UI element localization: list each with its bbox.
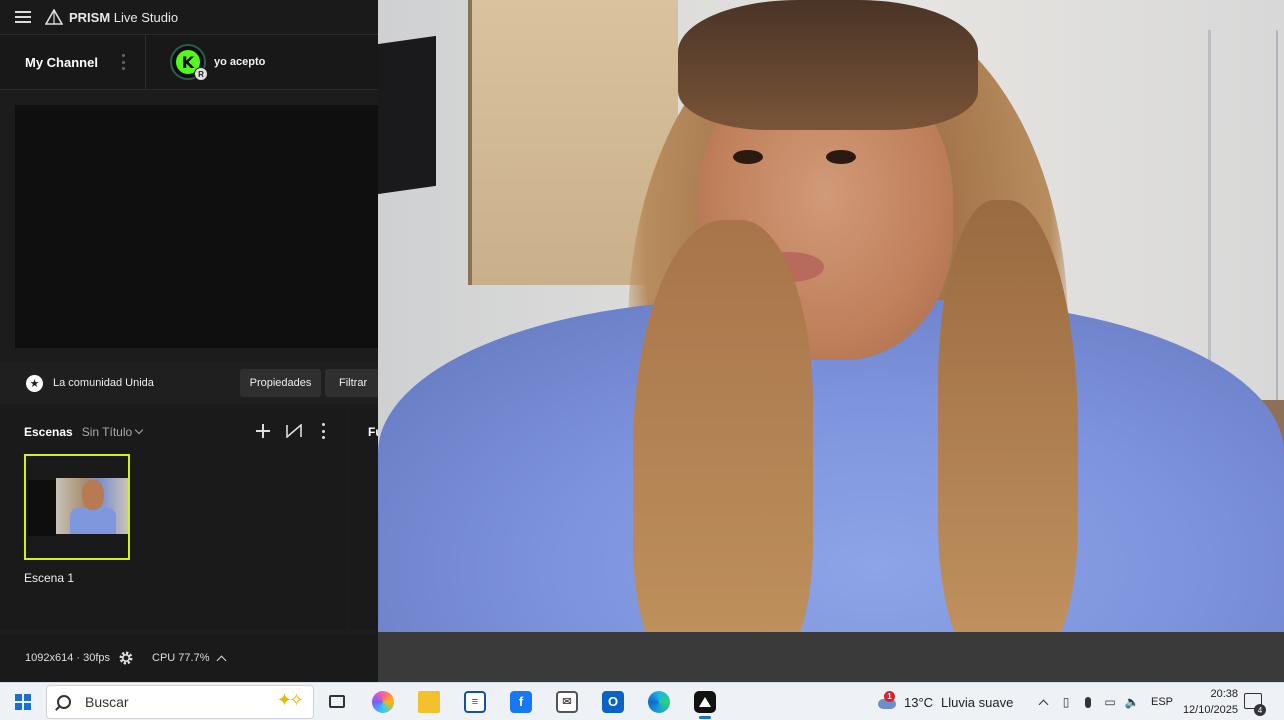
sources-panel-partial: Fu: [349, 408, 383, 630]
notification-count-badge: 4: [1254, 704, 1266, 716]
search-icon: [57, 694, 71, 709]
gear-icon[interactable]: [118, 650, 134, 666]
edge-icon: [648, 690, 670, 713]
scenes-panel: Escenas Sin Título Escena 1: [0, 408, 346, 630]
my-channel-label[interactable]: My Channel: [25, 55, 111, 70]
chevron-up-icon[interactable]: [216, 655, 226, 665]
filter-button[interactable]: Filtrar: [325, 369, 378, 397]
channel-more-icon[interactable]: [121, 54, 125, 70]
source-bar: ★ La comunidad Unida Propiedades Filtrar: [0, 362, 378, 404]
add-scene-icon[interactable]: [255, 423, 271, 439]
search-placeholder: Buscar: [85, 693, 129, 710]
system-tray: ▯ ▭ 🔈 ESP: [1030, 683, 1173, 720]
windows-taskbar: Buscar ✦✧ ≡ f ✉ O 1 13°C Lluvia suave ▯ …: [0, 682, 1284, 720]
task-view-button[interactable]: [314, 683, 360, 720]
file-explorer-button[interactable]: [406, 683, 452, 720]
properties-button[interactable]: Propiedades: [240, 369, 321, 397]
weather-alert-badge: 1: [884, 691, 895, 702]
thumbnail-preview-dark: [28, 480, 56, 536]
app-title: PRISM Live Studio: [69, 9, 179, 25]
star-icon: ★: [26, 374, 43, 392]
title-bar: PRISM Live Studio: [0, 0, 378, 34]
battery-icon[interactable]: ▭: [1103, 695, 1117, 709]
weather-widget[interactable]: 1 13°C Lluvia suave: [876, 683, 1013, 720]
prism-app-icon: [694, 690, 716, 713]
chevron-down-icon[interactable]: [134, 425, 144, 435]
outlook-icon: O: [602, 690, 624, 713]
facebook-icon: f: [510, 690, 532, 713]
camera-feed: [378, 0, 1284, 682]
prism-logo-icon: [45, 9, 63, 25]
device-icon[interactable]: ▯: [1059, 695, 1073, 709]
prism-app-window: PRISM Live Studio My Channel K R yo acep…: [0, 0, 383, 682]
scenes-title: Escenas: [24, 425, 73, 439]
rain-cloud-icon: 1: [876, 691, 898, 713]
folder-icon: [418, 690, 440, 713]
prism-taskbar-button[interactable]: [682, 683, 728, 720]
show-hidden-icons-chevron-icon[interactable]: [1038, 699, 1049, 709]
stream-preview[interactable]: [15, 105, 378, 348]
start-button[interactable]: [0, 683, 46, 720]
camera-person-eye: [826, 150, 856, 164]
task-view-icon: [329, 695, 345, 708]
camera-background-cables: [1208, 30, 1278, 410]
camera-person-eye: [733, 150, 763, 164]
clock[interactable]: 20:38 12/10/2025: [1170, 686, 1238, 718]
source-name: La comunidad Unida: [53, 377, 154, 389]
copilot-icon: [372, 690, 394, 713]
volume-icon[interactable]: 🔈: [1125, 695, 1140, 709]
camera-person-hair-right: [938, 200, 1078, 660]
thumbnail-figure: [70, 508, 116, 534]
weather-condition: Lluvia suave: [941, 694, 1014, 710]
mail-icon: ✉: [556, 690, 578, 713]
avatar[interactable]: K R: [170, 44, 208, 81]
clock-date: 12/10/2025: [1182, 704, 1238, 716]
camera-person-bangs: [678, 0, 978, 130]
camera-floor: [378, 632, 1284, 682]
scenes-more-icon[interactable]: [321, 423, 325, 439]
sparkle-icon: ✦✧: [276, 689, 304, 710]
transition-icon[interactable]: [286, 424, 302, 438]
scene-thumbnail[interactable]: [24, 454, 130, 560]
divider: [145, 34, 146, 90]
facebook-button[interactable]: f: [498, 683, 544, 720]
clock-time: 20:38: [1210, 688, 1238, 700]
scenes-header: Escenas Sin Título: [24, 425, 144, 439]
microphone-icon[interactable]: [1081, 695, 1095, 709]
platform-badge: R: [194, 67, 208, 81]
status-bar: 1092x614 · 30fps CPU 77.7%: [0, 634, 378, 682]
camera-person-hair-left: [633, 220, 813, 682]
notepad-button[interactable]: ≡: [452, 683, 498, 720]
camera-background-screen: [378, 35, 436, 195]
edge-button[interactable]: [636, 683, 682, 720]
channel-bar: My Channel K R yo acepto: [0, 34, 378, 90]
outlook-button[interactable]: O: [590, 683, 636, 720]
mail-button[interactable]: ✉: [544, 683, 590, 720]
notepad-icon: ≡: [464, 690, 486, 713]
taskbar-search[interactable]: Buscar ✦✧: [46, 684, 314, 719]
scene-collection-dropdown[interactable]: Sin Título: [82, 425, 132, 439]
channel-name[interactable]: yo acepto: [214, 56, 265, 68]
scene-label[interactable]: Escena 1: [24, 571, 74, 585]
menu-icon[interactable]: [15, 11, 31, 23]
weather-temperature: 13°C: [904, 694, 934, 710]
windows-logo-icon: [15, 693, 31, 710]
cpu-usage[interactable]: CPU 77.7%: [152, 652, 209, 664]
thumbnail-face: [82, 480, 104, 510]
resolution-fps: 1092x614 · 30fps: [25, 652, 111, 664]
copilot-button[interactable]: [360, 683, 406, 720]
